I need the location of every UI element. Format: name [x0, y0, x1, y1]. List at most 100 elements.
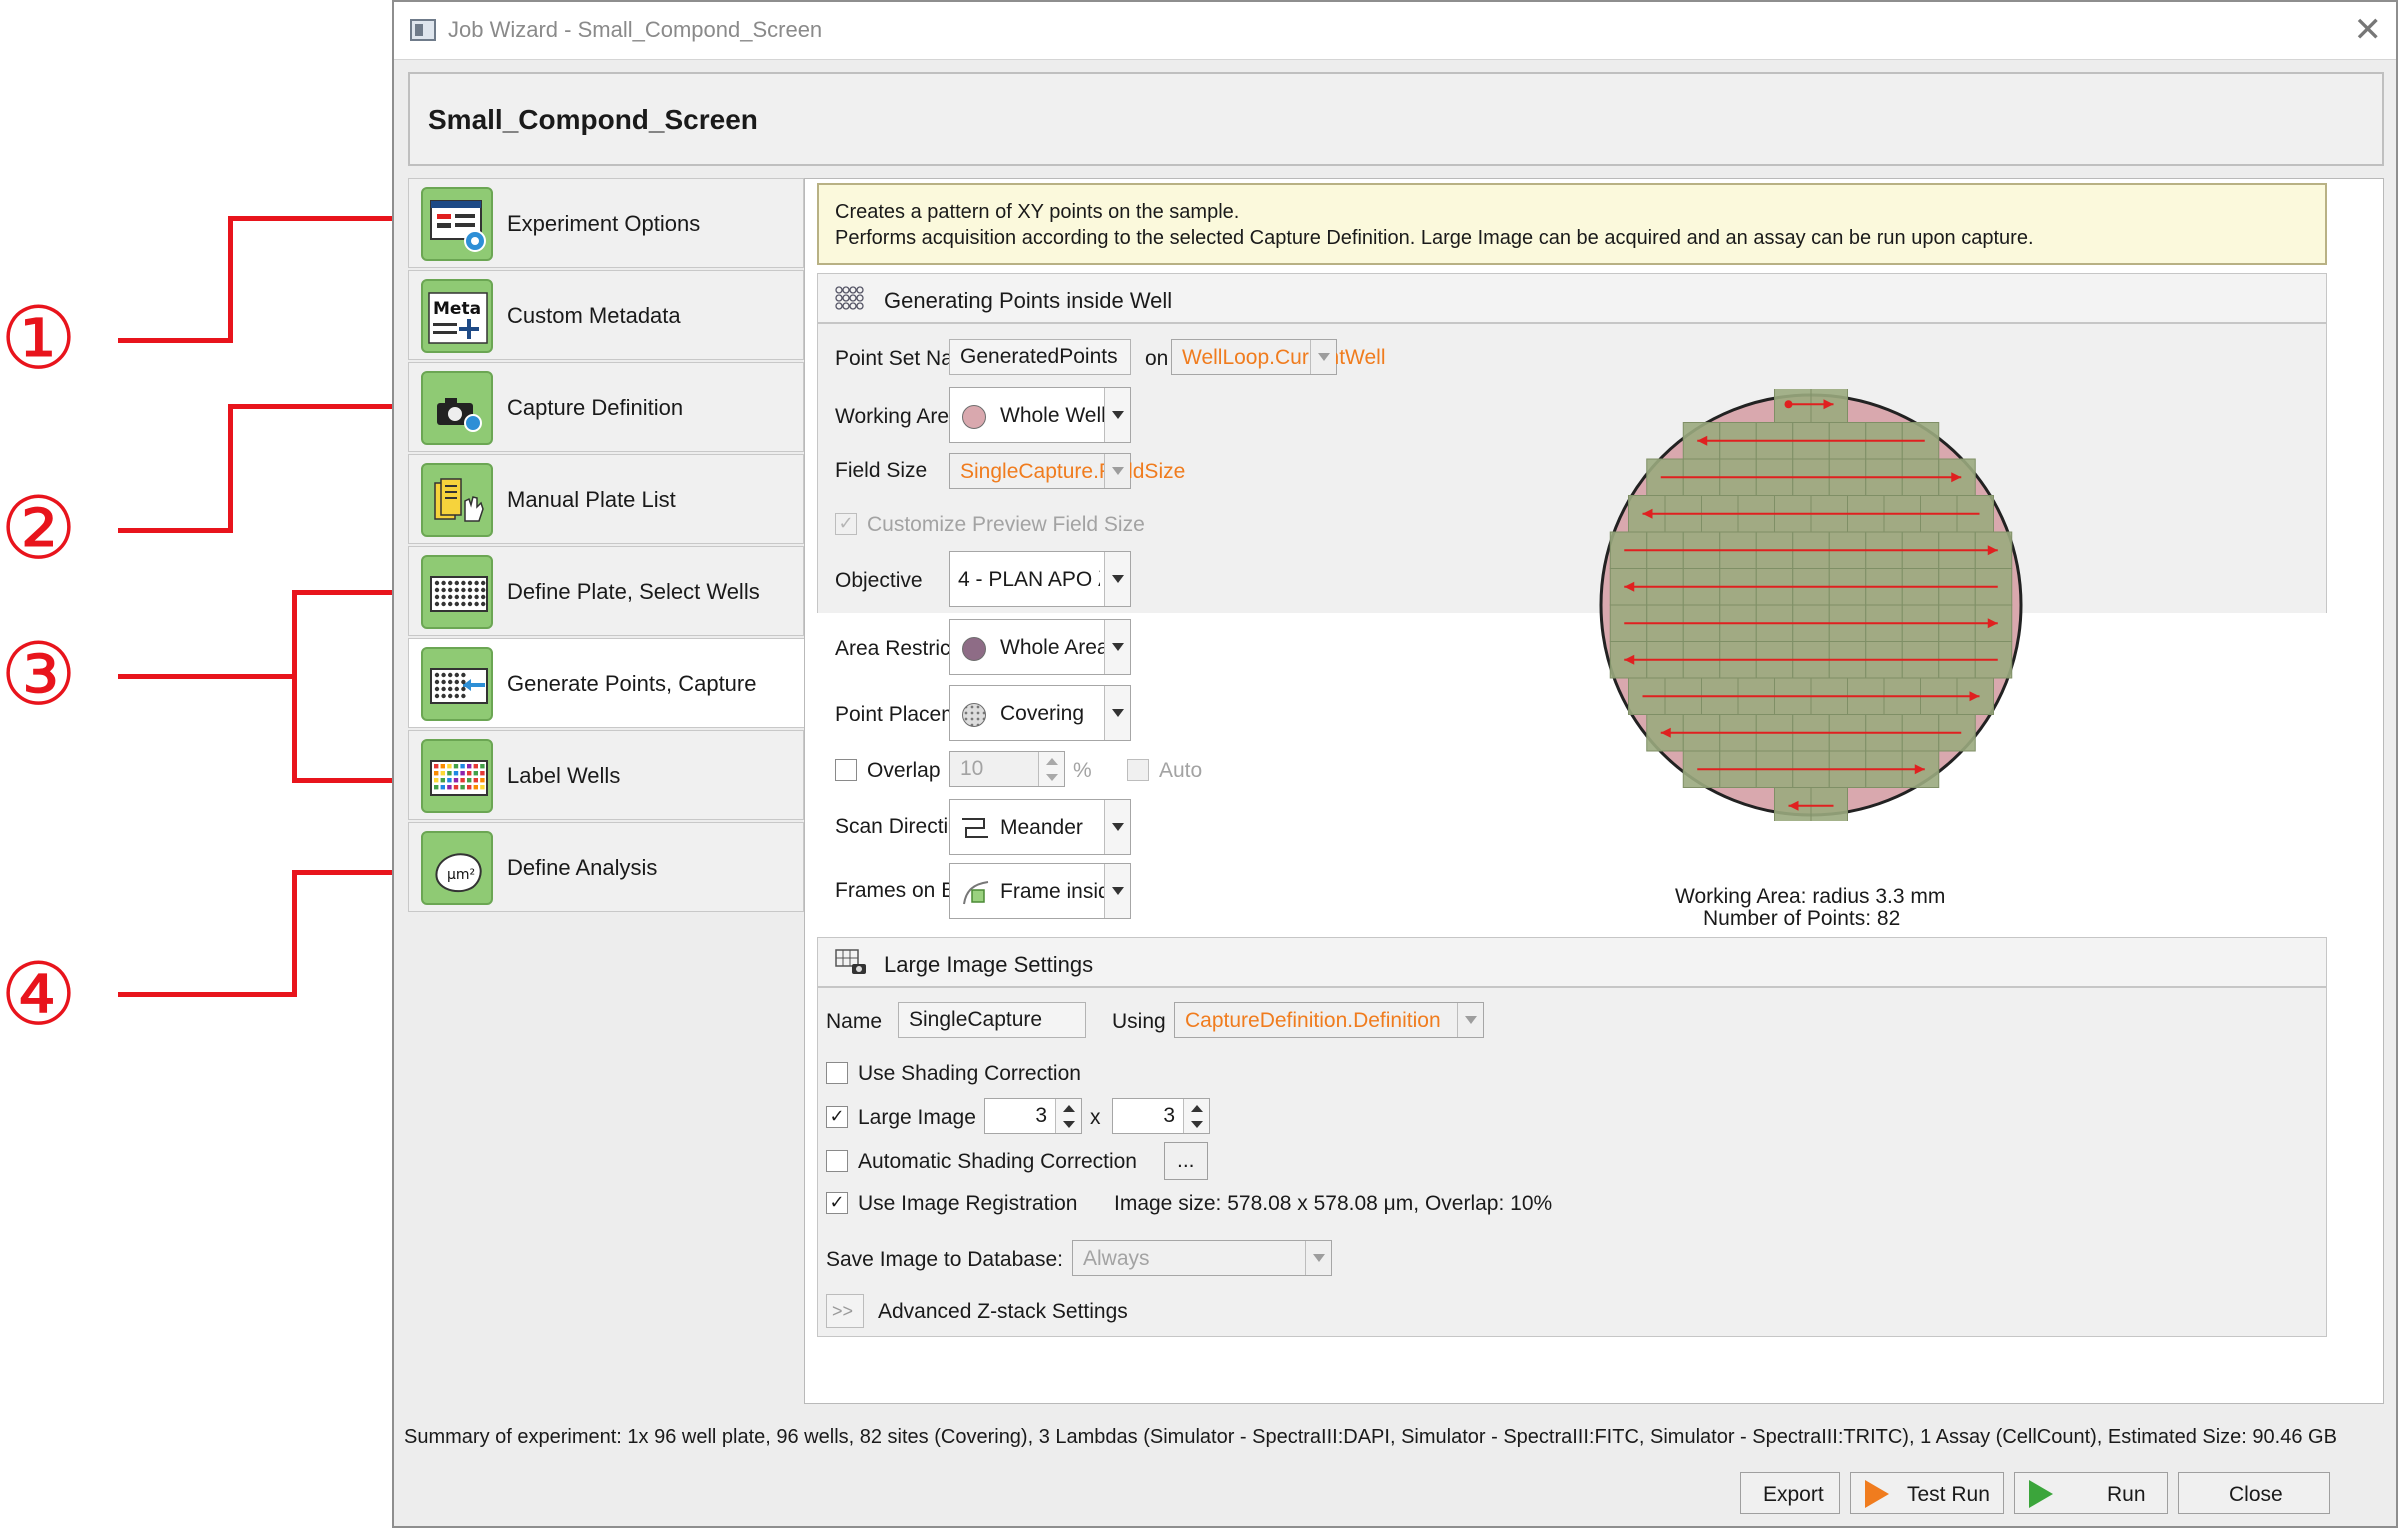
callout-2-line — [228, 404, 406, 409]
close-window-button[interactable]: ✕ — [2354, 10, 2383, 50]
point-dot — [849, 286, 857, 294]
sidebar-item-manual-plate-list[interactable]: Manual Plate List — [408, 454, 804, 544]
sidebar-item-label-wells[interactable]: Label Wells — [408, 730, 804, 820]
sidebar-item-generate-points[interactable]: Generate Points, Capture — [408, 638, 804, 728]
overlap-spinner[interactable]: 10 — [949, 751, 1065, 787]
covering-icon — [962, 703, 986, 727]
callout-3: ③ — [0, 625, 78, 725]
label-cell — [480, 778, 485, 783]
on-well-select[interactable]: WellLoop.CurrentWell — [1171, 339, 1385, 375]
large-image-x-spinner[interactable]: 3 — [984, 1098, 1082, 1134]
large-image-name-field[interactable]: SingleCapture — [898, 1002, 1086, 1038]
well-dot — [434, 594, 440, 600]
advanced-z-stack-label: Advanced Z-stack Settings — [878, 1300, 1128, 1323]
export-button[interactable]: Export — [1740, 1472, 1840, 1514]
well-dot — [441, 686, 446, 692]
sidebar-item-define-plate[interactable]: Define Plate, Select Wells — [408, 546, 804, 636]
chevron-down-icon — [1104, 552, 1130, 606]
save-db-select[interactable]: Always — [1072, 1240, 1332, 1276]
manual-plate-list-icon — [421, 463, 493, 537]
label-cell — [460, 785, 465, 790]
point-set-name-field[interactable]: GeneratedPoints — [949, 339, 1131, 375]
label-cell — [453, 778, 459, 783]
field-size-select[interactable]: SingleCapture.FieldSize — [949, 453, 1185, 489]
overlap-checkbox[interactable] — [835, 759, 857, 781]
customize-preview-checkbox[interactable]: ✓ — [835, 513, 857, 535]
sidebar-item-capture-definition[interactable]: Capture Definition — [408, 362, 804, 452]
label-cell — [434, 764, 439, 769]
well-dot — [461, 686, 466, 692]
label-cell — [473, 778, 478, 783]
point-dot — [835, 286, 843, 294]
chevron-down-icon — [1104, 686, 1130, 740]
well-dot — [481, 594, 486, 600]
sidebar-item-label: Generate Points, Capture — [507, 671, 757, 696]
play-icon — [1865, 1480, 1889, 1508]
sidebar-item-label: Label Wells — [507, 763, 621, 788]
capture-definition-select[interactable]: CaptureDefinition.Definition — [1174, 1002, 1484, 1038]
use-shading-checkbox[interactable] — [826, 1062, 848, 1084]
well-dot — [448, 693, 453, 699]
sidebar-item-label: Define Plate, Select Wells — [507, 579, 760, 604]
large-image-panel: Name SingleCapture Using CaptureDefiniti… — [817, 987, 2327, 1337]
label-cell — [460, 778, 465, 783]
auto-shading-options-button[interactable]: ... — [1164, 1142, 1208, 1180]
label-cell — [447, 764, 452, 769]
point-dot — [856, 302, 864, 310]
label-cell — [480, 764, 485, 769]
preview-number-of-points: Number of Points: 82 — [1703, 907, 1901, 930]
auto-shading-checkbox[interactable] — [826, 1150, 848, 1172]
field-size-label: Field Size — [835, 459, 928, 482]
name-label: Name — [826, 1010, 883, 1033]
advanced-z-stack-toggle[interactable]: >> — [826, 1294, 864, 1328]
label-cell — [467, 778, 472, 783]
well-dot — [434, 587, 440, 593]
title-bar: Job Wizard - Small_Compond_Screen ✕ — [394, 2, 2396, 60]
well-dot — [454, 587, 459, 593]
point-placement-select[interactable]: Covering — [949, 685, 1131, 741]
objective-select[interactable]: 4 - PLAN APO λD 40x OFN — [949, 551, 1131, 607]
working-area-label: Working Area — [835, 405, 961, 428]
sidebar-item-experiment-options[interactable]: Experiment Options — [408, 178, 804, 268]
well-dot — [448, 601, 453, 607]
label-wells-icon — [421, 739, 493, 813]
points-panel-body: Point Set Name GeneratedPoints on WellLo… — [817, 323, 2327, 933]
overlap-unit: % — [1073, 759, 1092, 782]
sidebar-item-label: Capture Definition — [507, 395, 684, 420]
experiment-summary: Summary of experiment: 1x 96 well plate,… — [404, 1426, 2337, 1448]
large-image-section-title: Large Image Settings — [884, 952, 1094, 977]
well-dot — [434, 686, 440, 692]
well-dot — [454, 580, 459, 586]
scan-direction-select[interactable]: Meander — [949, 799, 1131, 855]
sidebar-item-define-analysis[interactable]: μm² Define Analysis — [408, 822, 804, 912]
scan-start-dot — [1784, 400, 1793, 409]
use-registration-checkbox[interactable]: ✓ — [826, 1192, 848, 1214]
callout-2: ② — [0, 479, 78, 579]
well-dot — [441, 601, 446, 607]
area-restriction-select[interactable]: Whole Area — [949, 619, 1131, 675]
auto-checkbox[interactable] — [1127, 759, 1149, 781]
label-cell — [434, 771, 439, 776]
large-image-y-spinner[interactable]: 3 — [1112, 1098, 1210, 1134]
label-cell — [434, 778, 439, 783]
well-dot — [454, 672, 459, 678]
well-dot — [441, 594, 446, 600]
working-area-select[interactable]: Whole Well — [949, 387, 1131, 443]
frames-on-border-select[interactable]: Frame inside — [949, 863, 1131, 919]
run-button[interactable]: Run — [2014, 1472, 2168, 1514]
overlap-label: Overlap — [867, 759, 941, 782]
well-dot — [448, 686, 453, 692]
area-color-icon — [962, 637, 986, 661]
well-dot — [467, 580, 473, 586]
point-dot — [835, 294, 843, 302]
callout-3-line — [292, 778, 406, 783]
sidebar-item-custom-metadata[interactable]: Meta Custom Metadata — [408, 270, 804, 360]
well-dot — [474, 580, 479, 586]
label-cell — [480, 771, 485, 776]
close-button[interactable]: Close — [2178, 1472, 2330, 1514]
field-tile — [1810, 787, 1848, 821]
label-cell — [453, 771, 459, 776]
label-cell — [473, 764, 478, 769]
test-run-button[interactable]: Test Run — [1850, 1472, 2004, 1514]
large-image-checkbox[interactable]: ✓ — [826, 1106, 848, 1128]
